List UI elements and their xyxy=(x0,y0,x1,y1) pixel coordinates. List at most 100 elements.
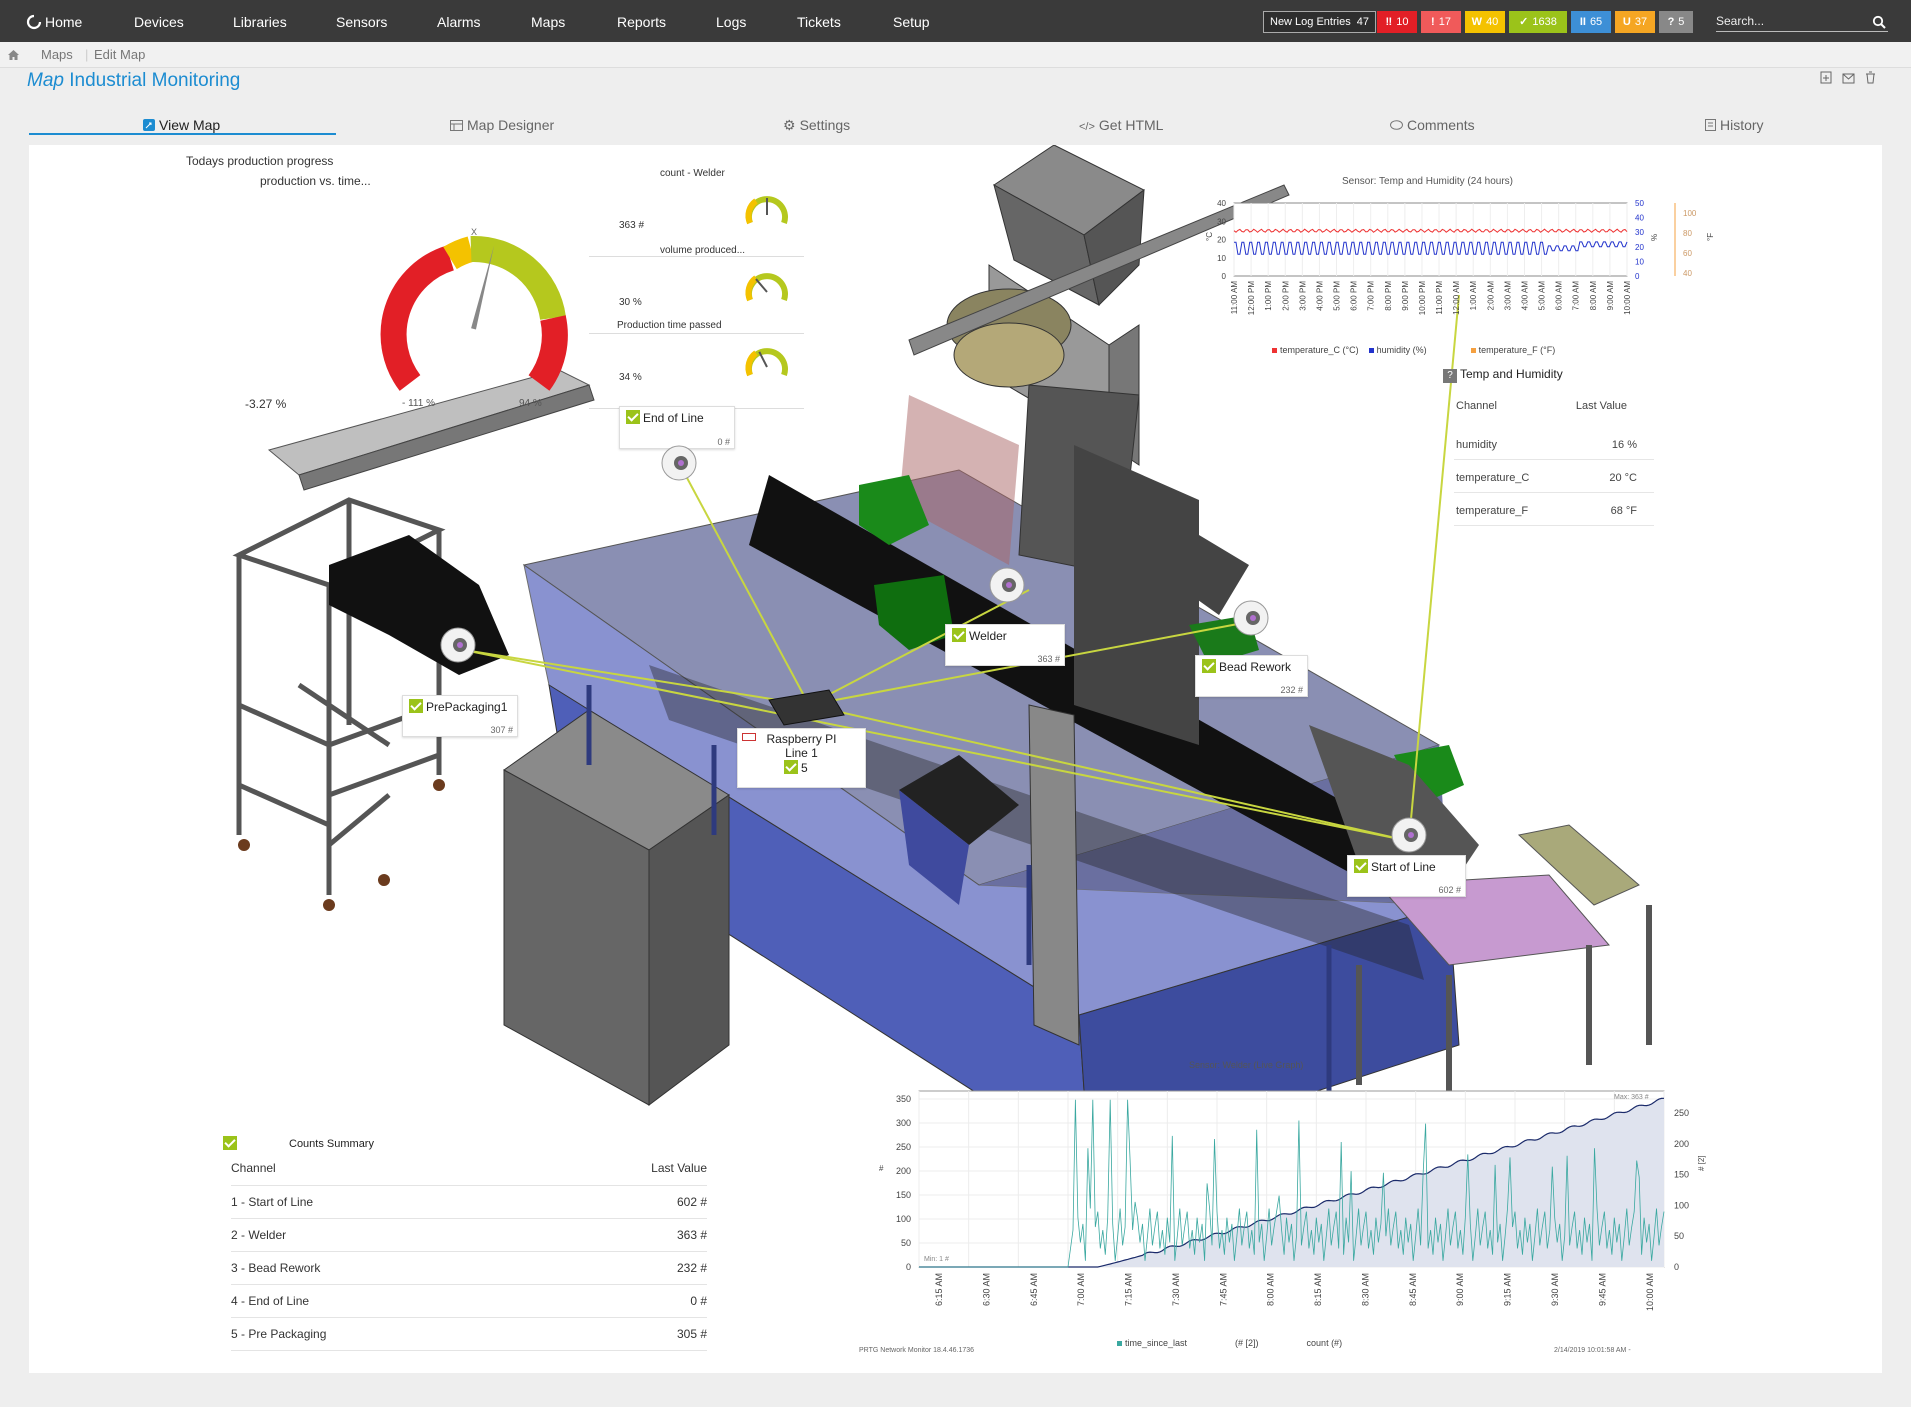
welder-chart-legend: time_since_last (# [2]) count (#) xyxy=(1117,1338,1382,1348)
table-row[interactable]: 2 - Welder 363 # xyxy=(231,1218,707,1252)
legend-swatch xyxy=(1227,1341,1233,1346)
sensor-end-of-line-name: End of Line xyxy=(643,411,704,425)
legend-swatch xyxy=(1272,348,1277,353)
legend-label: temperature_C (°C) xyxy=(1280,345,1359,355)
nav-setup[interactable]: Setup xyxy=(893,0,930,42)
new-log-entries-button[interactable]: New Log Entries 47 xyxy=(1263,11,1376,33)
nav-alarms[interactable]: Alarms xyxy=(437,0,481,42)
welder-right-tick: 250 xyxy=(1674,1108,1689,1118)
nav-logs[interactable]: Logs xyxy=(716,0,746,42)
gear-icon: ⚙ xyxy=(783,117,796,133)
welder-x-tick: 7:30 AM xyxy=(1171,1273,1181,1306)
nav-reports[interactable]: Reports xyxy=(617,0,666,42)
welder-x-tick: 9:00 AM xyxy=(1455,1273,1465,1306)
breadcrumb-separator: | xyxy=(85,47,89,62)
sensor-welder[interactable]: Welder 363 # xyxy=(945,624,1065,666)
sensor-prepackaging-name: PrePackaging1 xyxy=(426,700,508,714)
nav-home[interactable]: Home xyxy=(26,0,82,42)
tab-settings-label: Settings xyxy=(799,117,851,133)
map-designer-icon xyxy=(450,120,463,131)
tab-map-designer[interactable]: Map Designer xyxy=(450,114,554,136)
prtg-logo-icon xyxy=(26,14,42,30)
new-log-count: 47 xyxy=(1356,16,1369,28)
device-raspberry-pi[interactable]: Raspberry PI Line 1 5 xyxy=(737,728,866,788)
ok-status-icon xyxy=(784,760,798,774)
breadcrumb-edit-map[interactable]: Edit Map xyxy=(94,42,145,68)
ok-status-icon xyxy=(952,628,966,642)
temp-left-unit: °C xyxy=(1205,232,1214,241)
ok-status-icon xyxy=(626,410,640,424)
temp-humidity-chart: 40302010050403020100100806040°C% °F11:00 … xyxy=(1205,199,1715,315)
webcam-icon[interactable] xyxy=(659,443,699,483)
search-input[interactable]: Search... xyxy=(1716,14,1888,32)
nav-libraries[interactable]: Libraries xyxy=(233,0,287,42)
tab-settings[interactable]: ⚙ Settings xyxy=(783,114,850,136)
temp-row-value: 16 % xyxy=(1611,439,1637,451)
status-symbol: W xyxy=(1471,16,1483,28)
temp-right-tick: 100 xyxy=(1683,209,1697,218)
nav-maps[interactable]: Maps xyxy=(531,0,565,42)
email-icon[interactable] xyxy=(1842,71,1860,87)
mini-gauge-title: count - Welder xyxy=(660,168,725,179)
ok-status-icon xyxy=(1354,859,1368,873)
temp-legend-item: temperature_F (°F) xyxy=(1470,345,1555,355)
tab-comments[interactable]: Comments xyxy=(1390,114,1475,136)
status-badge[interactable]: II 65 xyxy=(1571,11,1611,33)
table-row[interactable]: 3 - Bead Rework 232 # xyxy=(231,1251,707,1285)
export-icon[interactable] xyxy=(1820,71,1838,87)
sensor-bead-rework[interactable]: Bead Rework 232 # xyxy=(1195,655,1308,697)
status-badge[interactable]: ✓ 1638 xyxy=(1509,11,1567,33)
status-count: 40 xyxy=(1486,16,1499,28)
table-row[interactable]: 1 - Start of Line 602 # xyxy=(231,1185,707,1219)
sensor-start-of-line[interactable]: Start of Line 602 # xyxy=(1347,855,1466,897)
welder-x-tick: 9:30 AM xyxy=(1550,1273,1560,1306)
welder-right-tick: 50 xyxy=(1674,1231,1684,1241)
temp-x-tick: 8:00 PM xyxy=(1384,281,1393,311)
search-icon[interactable] xyxy=(1872,15,1886,29)
tab-get-html[interactable]: </> Get HTML xyxy=(1079,114,1163,138)
temp-x-tick: 5:00 PM xyxy=(1333,281,1342,311)
welder-chart-footer-left: PRTG Network Monitor 18.4.46.1736 xyxy=(859,1347,975,1354)
temp-row-channel: humidity xyxy=(1456,439,1497,451)
tab-history[interactable]: History xyxy=(1705,114,1764,136)
temp-mid-tick: 10 xyxy=(1635,257,1644,266)
status-badge[interactable]: ! 17 xyxy=(1421,11,1461,33)
nav-sensors[interactable]: Sensors xyxy=(336,0,387,42)
sensor-end-of-line-value: 0 # xyxy=(717,437,730,447)
production-gauge: X xyxy=(380,227,568,391)
temp-chart-legend: temperature_C (°C) humidity (%) temperatur… xyxy=(1272,345,1565,355)
temp-row-divider xyxy=(1454,459,1654,460)
row-channel: 2 - Welder xyxy=(231,1218,532,1252)
search-placeholder: Search... xyxy=(1716,14,1765,28)
table-row[interactable]: 5 - Pre Packaging 305 # xyxy=(231,1317,707,1351)
breadcrumb-maps[interactable]: Maps xyxy=(41,42,73,68)
status-symbol: II xyxy=(1579,16,1586,28)
status-badge[interactable]: ‼ 10 xyxy=(1377,11,1417,33)
temp-legend-item: humidity (%) xyxy=(1368,345,1427,355)
status-badge[interactable]: W 40 xyxy=(1465,11,1505,33)
table-header-row: Channel Last Value xyxy=(231,1152,707,1186)
webcam-icon[interactable] xyxy=(1231,598,1271,638)
webcam-icon[interactable] xyxy=(1389,815,1429,855)
sensor-prepackaging[interactable]: PrePackaging1 307 # xyxy=(402,695,518,737)
device-sensor-count: 5 xyxy=(801,761,808,775)
temp-right-tick: 60 xyxy=(1683,249,1692,258)
title-actions xyxy=(1820,71,1883,89)
nav-devices[interactable]: Devices xyxy=(134,0,184,42)
temp-x-tick: 6:00 AM xyxy=(1555,281,1564,311)
nav-tickets[interactable]: Tickets xyxy=(797,0,841,42)
webcam-icon[interactable] xyxy=(987,565,1027,605)
page-title-text: Industrial Monitoring xyxy=(69,70,241,91)
welder-x-tick: 7:15 AM xyxy=(1124,1273,1134,1306)
status-badge[interactable]: U 37 xyxy=(1615,11,1655,33)
sensor-start-of-line-value: 602 # xyxy=(1438,885,1461,895)
webcam-icon[interactable] xyxy=(438,625,478,665)
table-row[interactable]: 4 - End of Line 0 # xyxy=(231,1284,707,1318)
delete-icon[interactable] xyxy=(1865,71,1883,87)
status-badge[interactable]: ? 5 xyxy=(1659,11,1693,33)
legend-swatch xyxy=(1298,1341,1304,1346)
sensor-prepackaging-value: 307 # xyxy=(490,725,513,735)
home-breadcrumb-icon[interactable] xyxy=(8,42,19,68)
mini-gauge-value: 30 % xyxy=(619,297,642,308)
welder-x-tick: 9:45 AM xyxy=(1597,1273,1607,1306)
